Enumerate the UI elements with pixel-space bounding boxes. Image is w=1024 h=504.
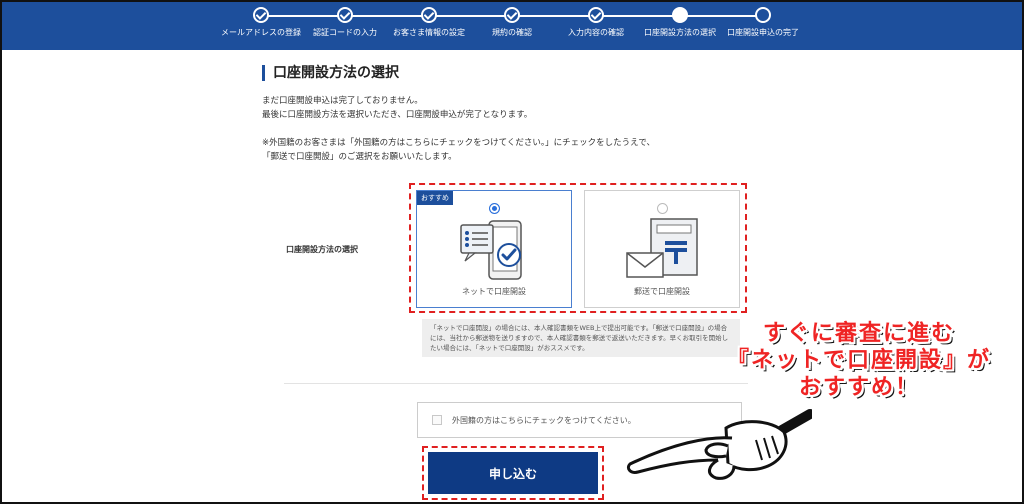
- page-frame: メールアドレスの登録 認証コードの入力 お客さま情報の設定 規約の確認 入力内容…: [2, 2, 1022, 502]
- intro-line: 最後に口座開設方法を選択いただき、口座開設申込が完了となります。: [262, 110, 533, 120]
- submit-button[interactable]: 申し込む: [428, 452, 598, 494]
- callout-line: 『ネットで口座開設』が: [726, 348, 991, 373]
- method-choice-highlight: おすすめ ネットで口座開設 郵送で口座開設: [409, 183, 747, 313]
- option-label: ネットで口座開設: [462, 287, 526, 296]
- intro-line: ※外国籍のお客さまは「外国籍の方はこちらにチェックをつけてください。」にチェック…: [262, 138, 656, 148]
- check-circle-icon: [504, 7, 520, 23]
- divider: [284, 383, 748, 384]
- progress-stepper: メールアドレスの登録 認証コードの入力 お客さま情報の設定 規約の確認 入力内容…: [2, 2, 1022, 50]
- foreign-checkbox[interactable]: [432, 415, 442, 425]
- step-label: 口座開設申込の完了: [727, 28, 799, 37]
- empty-circle-icon: [755, 7, 771, 23]
- check-circle-icon: [421, 7, 437, 23]
- online-radio[interactable]: [489, 203, 500, 214]
- callout-line: おすすめ！: [798, 375, 919, 400]
- method-note: 「ネットで口座開設」の場合には、本人確認書類をWEB上で提出可能です。「郵送で口…: [422, 319, 740, 357]
- method-field-label: 口座開設方法の選択: [286, 245, 358, 254]
- postal-mail-icon: [626, 218, 698, 278]
- pointing-hand-icon: [626, 409, 812, 480]
- option-online[interactable]: おすすめ ネットで口座開設: [416, 190, 572, 308]
- intro-line: 「郵送で口座開設」のご選択をお願いいたします。: [262, 152, 457, 162]
- option-mail[interactable]: 郵送で口座開設: [584, 190, 740, 308]
- callout-line: すぐに審査に進む: [762, 321, 955, 346]
- recommendation-callout: すぐに審査に進む 『ネットで口座開設』が おすすめ！: [714, 320, 1004, 401]
- submit-highlight: 申し込む: [422, 446, 604, 500]
- recommended-badge: おすすめ: [417, 191, 453, 205]
- current-step-icon: [672, 7, 688, 23]
- page-title: 口座開設方法の選択: [262, 65, 399, 81]
- step-complete: 口座開設申込の完了: [708, 7, 818, 38]
- smartphone-check-icon: [460, 220, 522, 280]
- check-circle-icon: [253, 7, 269, 23]
- option-label: 郵送で口座開設: [634, 287, 690, 296]
- check-circle-icon: [588, 7, 604, 23]
- mail-radio[interactable]: [657, 203, 668, 214]
- intro-line: まだ口座開設申込は完了しておりません。: [262, 96, 423, 106]
- foreign-checkbox-label[interactable]: 外国籍の方はこちらにチェックをつけてください。: [452, 415, 636, 426]
- intro-text: まだ口座開設申込は完了しておりません。 最後に口座開設方法を選択いただき、口座開…: [262, 94, 655, 164]
- check-circle-icon: [337, 7, 353, 23]
